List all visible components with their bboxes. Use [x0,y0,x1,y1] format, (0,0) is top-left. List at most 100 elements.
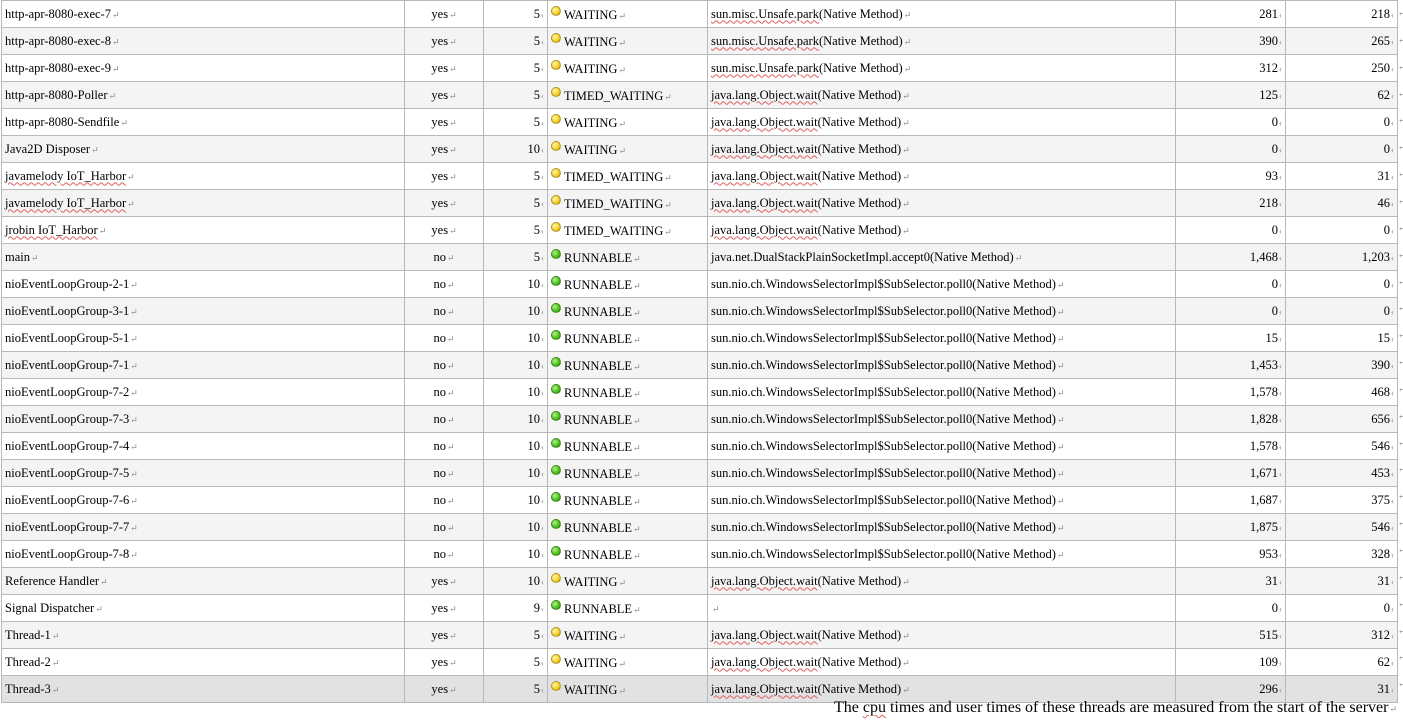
user-time-cell: 1,203‹ [1285,243,1398,271]
state-cell: RUNNABLE↵ [547,432,708,460]
method-cell: sun.nio.ch.WindowsSelectorImpl$SubSelect… [707,378,1176,406]
user-time-cell: 390‹ [1285,351,1398,379]
waiting-status-icon [551,140,561,151]
user-time-cell: 15‹ [1285,324,1398,352]
priority-cell: 5‹ [483,675,548,703]
cpu-time-cell: 93‹ [1175,162,1286,190]
state-cell: WAITING↵ [547,567,708,595]
priority-cell: 5‹ [483,162,548,190]
waiting-status-icon [551,32,561,43]
paragraph-mark-icon: ↵ [633,388,641,399]
daemon-cell: no↵ [404,297,484,325]
cell-mark-icon: ‹ [1279,36,1282,47]
priority-cell: 10‹ [483,567,548,595]
thread-name-cell: Signal Dispatcher↵ [1,594,405,622]
row-end-mark-icon: ↵ [1398,195,1403,206]
paragraph-mark-icon: ↵ [633,523,641,534]
cpu-time-cell: 953‹ [1175,540,1286,568]
thread-row: http-apr-8080-Sendfile↵ yes↵ 5‹ WAITING↵ jav… [1,108,1398,136]
runnable-status-icon [551,275,561,286]
method-cell: sun.nio.ch.WindowsSelectorImpl$SubSelect… [707,351,1176,379]
thread-name-cell: nioEventLoopGroup-7-7↵ [1,513,405,541]
runnable-status-icon [551,599,561,610]
row-end-mark-icon: ↵ [1398,383,1403,394]
cell-mark-icon: ‹ [541,333,544,344]
waiting-status-icon [551,59,561,70]
cell-mark-icon: ‹ [541,198,544,209]
cell-mark-icon: ‹ [1391,90,1394,101]
paragraph-mark-icon: ↵ [618,10,627,21]
row-end-mark-icon: ↵ [1398,169,1403,180]
row-end-mark-icon: ↵ [1398,8,1403,18]
paragraph-mark-icon: ↵ [100,576,108,587]
waiting-status-icon [551,194,561,205]
paragraph-mark-icon: ↵ [130,333,138,344]
cell-mark-icon: ‹ [1391,630,1394,641]
paragraph-mark-icon: ↵ [130,279,138,290]
paragraph-mark-icon: ↵ [902,225,910,236]
method-cell: java.lang.Object.wait(Native Method)↵ [707,648,1176,676]
row-end-mark-icon: ↵ [1398,34,1403,45]
cpu-time-cell: 1,671‹ [1175,459,1286,487]
runnable-status-icon [551,383,561,394]
priority-cell: 10‹ [483,459,548,487]
priority-cell: 10‹ [483,486,548,514]
state-cell: WAITING↵ [547,135,708,163]
user-time-cell: 31‹ [1285,162,1398,190]
cell-mark-icon: ‹ [1279,90,1282,101]
waiting-status-icon [551,680,561,691]
cpu-time-cell: 1,468‹ [1175,243,1286,271]
paragraph-mark-icon: ↵ [130,495,138,506]
method-cell: java.lang.Object.wait(Native Method)↵ [707,108,1176,136]
thread-row: nioEventLoopGroup-7-8↵ no↵ 10‹ RUNNABLE↵ sun… [1,540,1398,568]
paragraph-mark-icon: ↵ [449,630,457,641]
priority-cell: 10‹ [483,405,548,433]
daemon-cell: no↵ [404,432,484,460]
method-cell: java.lang.Object.wait(Native Method)↵ [707,216,1176,244]
paragraph-mark-icon: ↵ [618,64,627,75]
thread-row: nioEventLoopGroup-3-1↵ no↵ 10‹ RUNNABLE↵ sun… [1,297,1398,325]
user-time-cell: 31‹ [1285,567,1398,595]
waiting-status-icon [551,221,561,232]
paragraph-mark-icon: ↵ [633,550,641,561]
method-cell: sun.nio.ch.WindowsSelectorImpl$SubSelect… [707,432,1176,460]
method-cell: sun.misc.Unsafe.park(Native Method)↵ [707,54,1176,82]
row-end-mark-icon: ↵ [1398,330,1403,341]
method-cell: sun.nio.ch.WindowsSelectorImpl$SubSelect… [707,297,1176,325]
cell-mark-icon: ‹ [1391,576,1394,587]
daemon-cell: no↵ [404,270,484,298]
cell-mark-icon: ‹ [1279,630,1282,641]
thread-row: nioEventLoopGroup-7-2↵ no↵ 10‹ RUNNABLE↵ sun… [1,378,1398,406]
daemon-cell: yes↵ [404,27,484,55]
thread-row: nioEventLoopGroup-7-5↵ no↵ 10‹ RUNNABLE↵ sun… [1,459,1398,487]
state-cell: TIMED_WAITING↵ [547,81,708,109]
cell-mark-icon: ‹ [1279,576,1282,587]
paragraph-mark-icon: ↵ [446,522,455,533]
row-end-mark-icon: ↵ [1398,518,1403,529]
thread-table: http-apr-8080-exec-7↵ yes↵ 5‹ WAITING↵ sun.m… [1,0,1398,703]
method-cell: sun.nio.ch.WindowsSelectorImpl$SubSelect… [707,486,1176,514]
runnable-status-icon [551,356,561,367]
cell-mark-icon: ‹ [541,549,544,560]
paragraph-mark-icon: ↵ [446,306,455,317]
state-cell: WAITING↵ [547,621,708,649]
cell-mark-icon: ‹ [1279,117,1282,128]
thread-name-cell: Reference Handler↵ [1,567,405,595]
thread-name-cell: nioEventLoopGroup-7-4↵ [1,432,405,460]
paragraph-mark-icon: ↵ [1056,333,1065,344]
user-time-cell: 468‹ [1285,378,1398,406]
state-cell: RUNNABLE↵ [547,513,708,541]
method-cell: sun.nio.ch.WindowsSelectorImpl$SubSelect… [707,405,1176,433]
cell-mark-icon: ‹ [1391,36,1394,47]
thread-row: nioEventLoopGroup-7-7↵ no↵ 10‹ RUNNABLE↵ sun… [1,513,1398,541]
thread-name-cell: http-apr-8080-exec-9↵ [1,54,405,82]
cell-mark-icon: ‹ [541,630,544,641]
row-end-mark-icon: ↵ [1398,625,1403,636]
state-cell: TIMED_WAITING↵ [547,216,708,244]
thread-row: main↵ no↵ 5‹ RUNNABLE↵ java.net.DualStackPla… [1,243,1398,271]
user-time-cell: 546‹ [1285,432,1398,460]
cpu-time-cell: 0‹ [1175,270,1286,298]
cell-mark-icon: ‹ [541,144,544,155]
cell-mark-icon: ‹ [1391,522,1394,533]
cpu-time-cell: 109‹ [1175,648,1286,676]
